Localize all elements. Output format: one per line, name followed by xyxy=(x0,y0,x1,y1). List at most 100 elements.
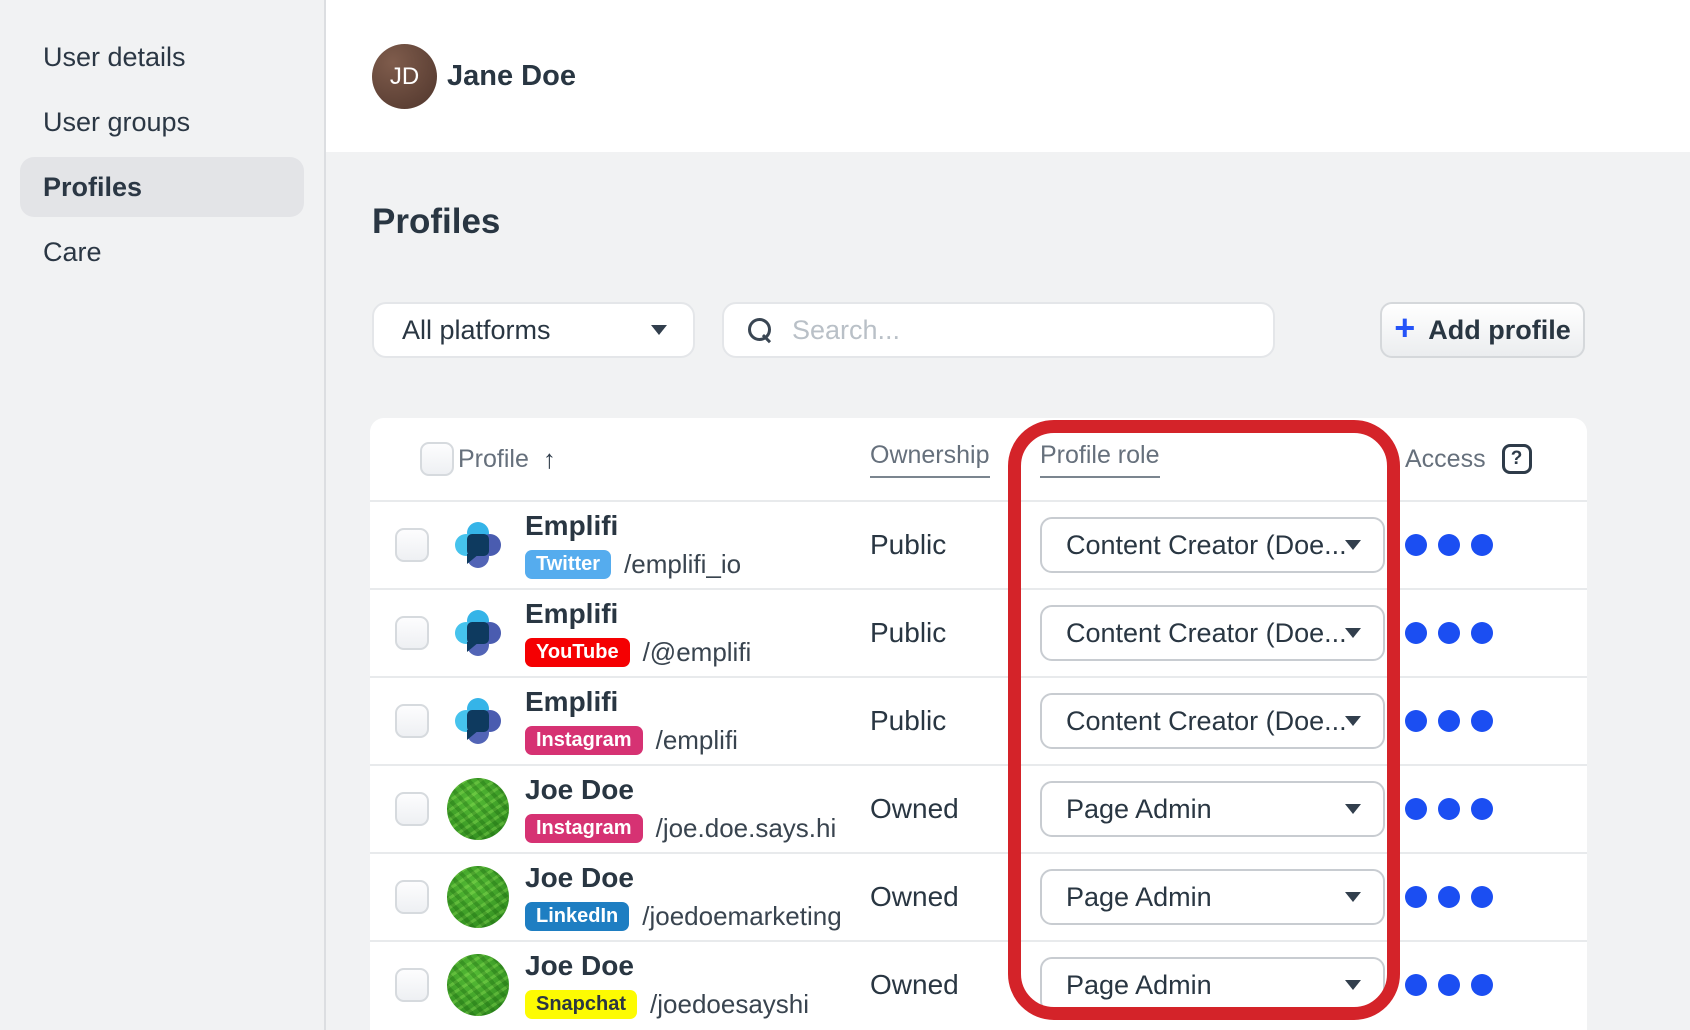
ownership-value: Owned xyxy=(870,793,1040,825)
chevron-down-icon xyxy=(1345,892,1361,902)
user-header: JD Jane Doe xyxy=(326,0,1690,152)
table-body: Emplifi Twitter /emplifi_io Public Conte… xyxy=(370,500,1587,1028)
column-header-ownership[interactable]: Ownership xyxy=(870,441,990,478)
profile-name: Joe Doe xyxy=(525,862,842,894)
sidebar-item-user-groups[interactable]: User groups xyxy=(20,92,304,152)
row-checkbox[interactable] xyxy=(395,616,429,650)
chevron-down-icon xyxy=(1345,628,1361,638)
column-header-profile[interactable]: Profile xyxy=(458,445,529,474)
chevron-down-icon xyxy=(651,325,667,335)
profile-role-dropdown[interactable]: Page Admin xyxy=(1040,781,1385,837)
access-dot xyxy=(1438,710,1460,732)
table-row: Emplifi YouTube /@emplifi Public Content… xyxy=(370,588,1587,676)
profile-avatar xyxy=(447,602,509,664)
access-dot xyxy=(1405,798,1427,820)
access-dot xyxy=(1405,534,1427,556)
profile-role-dropdown[interactable]: Content Creator (Doe... xyxy=(1040,517,1385,573)
profile-handle: /emplifi xyxy=(656,725,738,756)
profile-name: Emplifi xyxy=(525,510,741,542)
column-header-access: Access xyxy=(1405,445,1486,474)
platform-badge: Instagram xyxy=(525,814,643,843)
profiles-page: User detailsUser groupsProfilesCare JD J… xyxy=(0,0,1690,1030)
add-profile-label: Add profile xyxy=(1428,315,1571,346)
ownership-value: Public xyxy=(870,617,1040,649)
profile-avatar xyxy=(447,866,509,928)
access-dot xyxy=(1405,886,1427,908)
table-row: Emplifi Twitter /emplifi_io Public Conte… xyxy=(370,500,1587,588)
profile-handle: /joedoemarketing xyxy=(642,901,841,932)
access-dot xyxy=(1438,798,1460,820)
access-dot xyxy=(1471,534,1493,556)
access-dot xyxy=(1405,622,1427,644)
access-dot xyxy=(1438,534,1460,556)
add-profile-button[interactable]: + Add profile xyxy=(1380,302,1585,358)
access-dot xyxy=(1471,710,1493,732)
profile-handle: /emplifi_io xyxy=(624,549,741,580)
platform-badge: LinkedIn xyxy=(525,902,629,931)
page-title: Profiles xyxy=(372,202,500,242)
profile-avatar xyxy=(447,954,509,1016)
access-dots xyxy=(1405,798,1587,820)
search-input[interactable] xyxy=(792,315,1249,346)
row-checkbox[interactable] xyxy=(395,792,429,826)
platform-filter-dropdown[interactable]: All platforms xyxy=(372,302,695,358)
profile-role-dropdown[interactable]: Content Creator (Doe... xyxy=(1040,693,1385,749)
profile-name: Joe Doe xyxy=(525,774,836,806)
chevron-down-icon xyxy=(1345,716,1361,726)
profile-avatar xyxy=(447,690,509,752)
sidebar-item-care[interactable]: Care xyxy=(20,222,304,282)
access-dots xyxy=(1405,974,1587,996)
row-checkbox[interactable] xyxy=(395,968,429,1002)
plus-icon: + xyxy=(1394,310,1415,346)
row-checkbox[interactable] xyxy=(395,528,429,562)
chevron-down-icon xyxy=(1345,804,1361,814)
profile-name: Emplifi xyxy=(525,686,738,718)
profile-role-dropdown[interactable]: Page Admin xyxy=(1040,957,1385,1013)
access-dot xyxy=(1471,974,1493,996)
access-dots xyxy=(1405,710,1587,732)
access-dot xyxy=(1471,886,1493,908)
profile-role-value: Page Admin xyxy=(1066,970,1212,1001)
emplifi-logo-icon xyxy=(455,610,501,656)
platform-badge: Instagram xyxy=(525,726,643,755)
profile-avatar xyxy=(447,514,509,576)
chevron-down-icon xyxy=(1345,540,1361,550)
profile-name: Emplifi xyxy=(525,598,751,630)
ownership-value: Public xyxy=(870,529,1040,561)
table-row: Emplifi Instagram /emplifi Public Conten… xyxy=(370,676,1587,764)
emplifi-logo-icon xyxy=(455,698,501,744)
access-dot xyxy=(1405,710,1427,732)
access-dot xyxy=(1405,974,1427,996)
access-dots xyxy=(1405,622,1587,644)
help-icon[interactable]: ? xyxy=(1502,444,1532,474)
sidebar-item-profiles[interactable]: Profiles xyxy=(20,157,304,217)
sidebar-item-user-details[interactable]: User details xyxy=(20,27,304,87)
profile-role-value: Content Creator (Doe... xyxy=(1066,618,1345,649)
ownership-value: Owned xyxy=(870,969,1040,1001)
row-checkbox[interactable] xyxy=(395,704,429,738)
profile-role-dropdown[interactable]: Page Admin xyxy=(1040,869,1385,925)
access-dot xyxy=(1471,798,1493,820)
emplifi-logo-icon xyxy=(455,522,501,568)
search-box[interactable] xyxy=(722,302,1275,358)
table-header-row: Profile ↑ Ownership Profile role Access … xyxy=(370,418,1587,500)
row-checkbox[interactable] xyxy=(395,880,429,914)
access-dot xyxy=(1438,974,1460,996)
user-name: Jane Doe xyxy=(447,0,576,152)
search-icon xyxy=(748,318,772,342)
sort-arrow-up-icon[interactable]: ↑ xyxy=(543,444,556,475)
platform-badge: Snapchat xyxy=(525,990,637,1019)
column-header-profile-role[interactable]: Profile role xyxy=(1040,441,1160,478)
table-row: Joe Doe LinkedIn /joedoemarketing Owned … xyxy=(370,852,1587,940)
select-all-checkbox[interactable] xyxy=(420,442,454,476)
platform-badge: YouTube xyxy=(525,638,630,667)
access-dot xyxy=(1438,886,1460,908)
profile-role-dropdown[interactable]: Content Creator (Doe... xyxy=(1040,605,1385,661)
platform-badge: Twitter xyxy=(525,550,611,579)
profile-handle: /@emplifi xyxy=(643,637,752,668)
table-row: Joe Doe Instagram /joe.doe.says.hi Owned… xyxy=(370,764,1587,852)
access-dot xyxy=(1438,622,1460,644)
sidebar: User detailsUser groupsProfilesCare xyxy=(0,0,326,1030)
ownership-value: Public xyxy=(870,705,1040,737)
ownership-value: Owned xyxy=(870,881,1040,913)
